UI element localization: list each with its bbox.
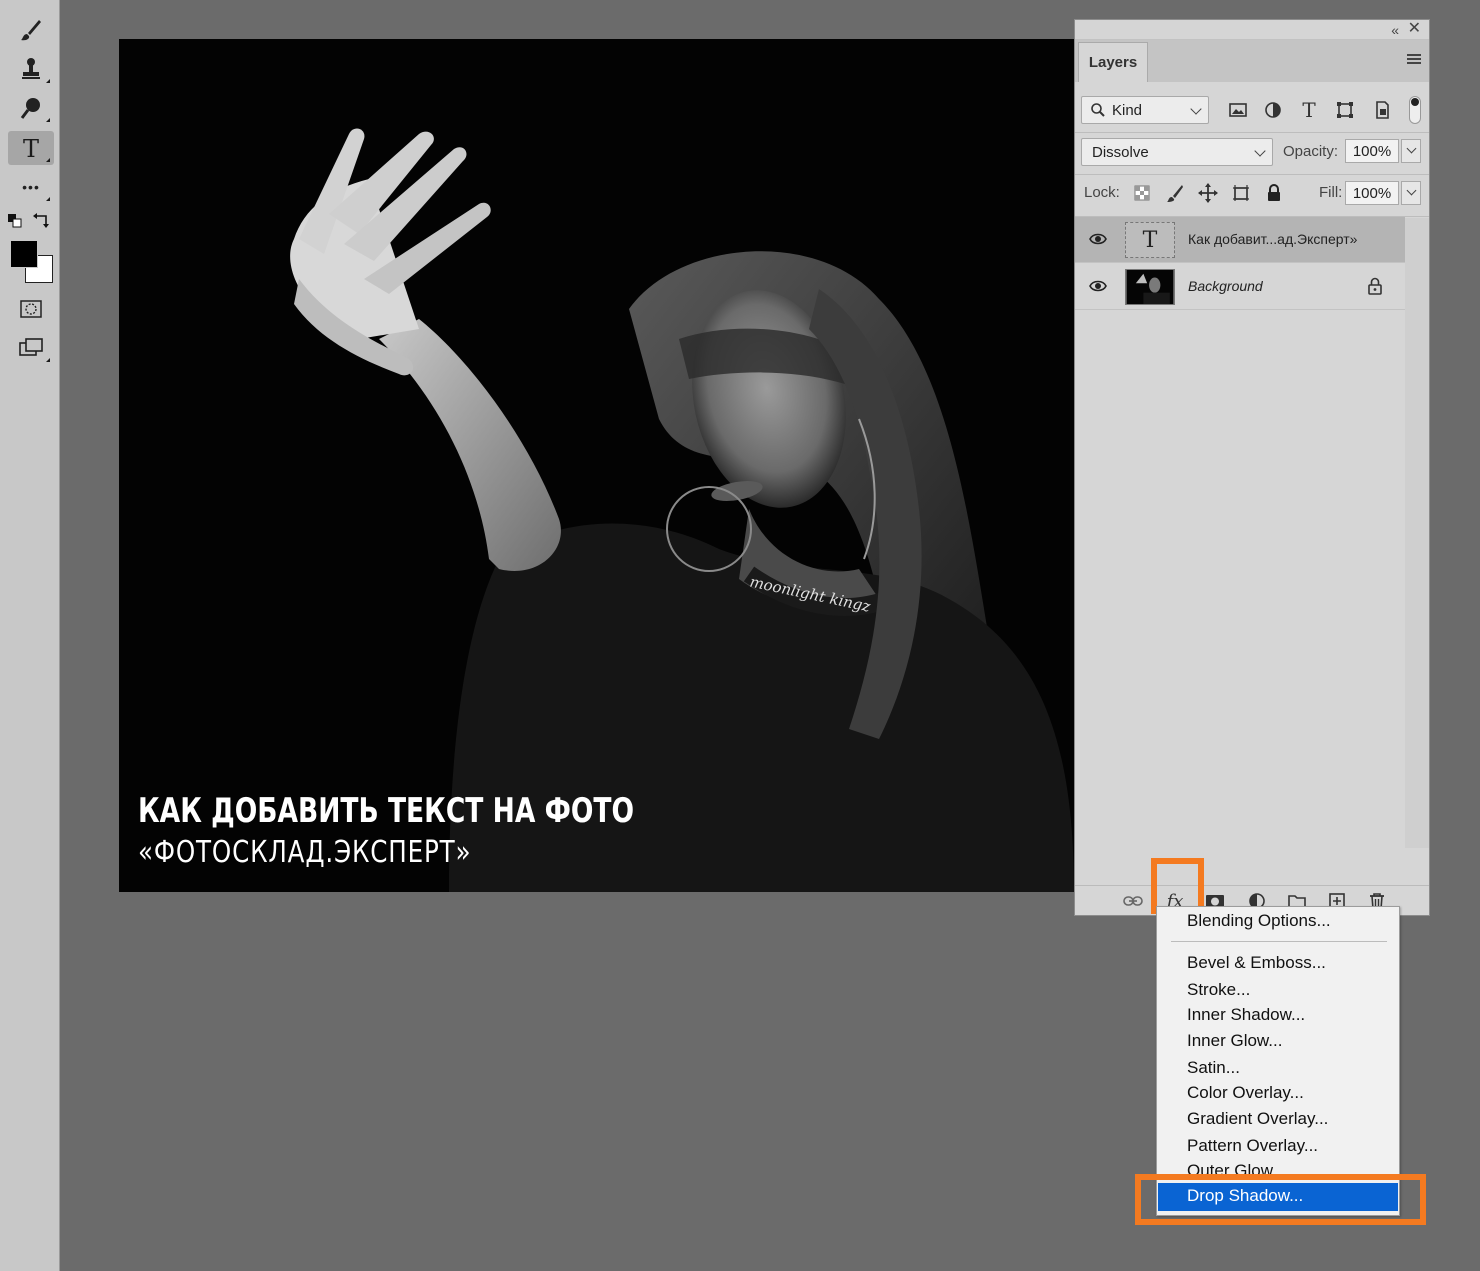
menu-item-outer-glow[interactable]: Outer Glow... [1187, 1161, 1286, 1181]
blend-mode-value: Dissolve [1092, 143, 1149, 161]
smart-object-filter-icon[interactable] [1371, 99, 1393, 121]
layer-row-text[interactable]: T Как добавит...ад.Эксперт» [1075, 217, 1405, 263]
menu-item-satin[interactable]: Satin... [1187, 1058, 1240, 1078]
close-panel-icon[interactable]: ✕ [1408, 21, 1421, 37]
dodge-tool[interactable] [8, 91, 54, 125]
opacity-label: Opacity: [1283, 143, 1339, 160]
panel-tab-bar: Layers [1075, 40, 1429, 82]
fill-slider-button[interactable] [1401, 181, 1421, 205]
fill-label: Fill: [1319, 184, 1343, 201]
stamp-icon [22, 58, 40, 79]
portrait-photo: moonlight kingz [119, 39, 1074, 892]
brush-tool[interactable] [8, 13, 54, 47]
opacity-slider-button[interactable] [1401, 139, 1421, 163]
layers-panel-body: Kind T Dissolve Opacity: 100% Lock: Fill… [1075, 82, 1429, 915]
fill-input[interactable]: 100% [1345, 181, 1399, 205]
default-colors-icon [8, 214, 22, 228]
layer-locked-icon [1368, 277, 1382, 295]
panel-menu-icon[interactable] [1407, 54, 1421, 66]
pixel-filter-icon[interactable] [1227, 99, 1249, 121]
menu-item-stroke[interactable]: Stroke... [1187, 980, 1250, 1000]
visibility-eye-icon[interactable] [1089, 232, 1107, 246]
adjustment-filter-icon[interactable] [1262, 99, 1284, 121]
quick-mask-icon [20, 300, 42, 318]
layer-name: Как добавит...ад.Эксперт» [1188, 231, 1358, 247]
menu-item-drop-shadow[interactable]: Drop Shadow... [1158, 1183, 1398, 1211]
foreground-color-swatch[interactable] [10, 240, 38, 268]
switch-colors-button[interactable] [32, 212, 52, 230]
tools-panel: T ••• [0, 0, 60, 1271]
filter-kind-label: Kind [1112, 101, 1143, 119]
caption-line-1: КАК ДОБАВИТЬ ТЕКСТ НА ФОТО [138, 791, 635, 831]
background-layer-thumbnail [1125, 269, 1175, 305]
type-icon: T [23, 135, 39, 161]
clone-stamp-tool[interactable] [8, 52, 54, 86]
lock-image-pixels-icon[interactable] [1164, 182, 1186, 204]
document-canvas[interactable]: moonlight kingz КАК ДОБАВИТЬ ТЕКСТ НА ФО… [119, 39, 1074, 892]
menu-item-pattern-overlay[interactable]: Pattern Overlay... [1187, 1136, 1318, 1156]
default-colors-button[interactable] [6, 212, 24, 230]
layer-name: Background [1188, 278, 1263, 294]
visibility-eye-icon[interactable] [1089, 279, 1107, 293]
edit-toolbar-button[interactable]: ••• [8, 170, 54, 204]
shape-filter-icon[interactable] [1334, 99, 1356, 121]
menu-item-inner-glow[interactable]: Inner Glow... [1187, 1031, 1282, 1051]
search-icon [1091, 103, 1105, 117]
type-tool[interactable]: T [8, 131, 54, 165]
text-layer-thumbnail: T [1125, 222, 1175, 258]
image-caption-text: КАК ДОБАВИТЬ ТЕКСТ НА ФОТО «ФОТОСКЛАД.ЭК… [138, 791, 774, 870]
lock-artboard-icon[interactable] [1230, 182, 1252, 204]
layers-panel: « ✕ Layers Kind T Dissolve Opacity: 100%… [1074, 19, 1430, 916]
tab-layers[interactable]: Layers [1078, 42, 1148, 82]
layers-scroll-gutter[interactable] [1405, 218, 1429, 848]
link-layers-icon[interactable] [1121, 890, 1145, 912]
filter-kind-dropdown[interactable]: Kind [1081, 96, 1209, 124]
layer-style-menu: Blending Options... Bevel & Emboss... St… [1156, 906, 1400, 1216]
swap-arrows-icon [33, 213, 49, 228]
screen-mode-button[interactable] [8, 331, 54, 365]
collapse-panels-icon[interactable]: « [1391, 22, 1399, 38]
menu-separator [1171, 941, 1387, 942]
layer-row-background[interactable]: Background [1075, 264, 1405, 310]
dodge-icon [20, 98, 40, 119]
caption-line-2: «ФОТОСКЛАД.ЭКСПЕРТ» [138, 835, 472, 870]
type-icon: T [1142, 227, 1158, 253]
svg-text:T: T [23, 135, 39, 161]
brush-icon [21, 20, 41, 41]
lock-all-icon[interactable] [1263, 182, 1285, 204]
type-filter-icon[interactable]: T [1298, 98, 1320, 122]
opacity-input[interactable]: 100% [1345, 139, 1399, 163]
lock-position-icon[interactable] [1197, 182, 1219, 204]
menu-item-gradient-overlay[interactable]: Gradient Overlay... [1187, 1109, 1328, 1129]
lock-label: Lock: [1084, 184, 1120, 201]
menu-item-bevel-emboss[interactable]: Bevel & Emboss... [1187, 953, 1326, 973]
lock-transparent-pixels-icon[interactable] [1131, 182, 1153, 204]
quick-mask-button[interactable] [8, 292, 54, 326]
filter-toggle-icon[interactable] [1409, 96, 1421, 124]
screen-mode-icon [19, 338, 43, 356]
blend-mode-dropdown[interactable]: Dissolve [1081, 138, 1273, 166]
menu-item-color-overlay[interactable]: Color Overlay... [1187, 1083, 1304, 1103]
menu-item-inner-shadow[interactable]: Inner Shadow... [1187, 1005, 1305, 1025]
more-icon: ••• [22, 179, 40, 195]
menu-item-blending-options[interactable]: Blending Options... [1187, 911, 1331, 931]
panel-title-bar: « ✕ [1075, 20, 1429, 40]
